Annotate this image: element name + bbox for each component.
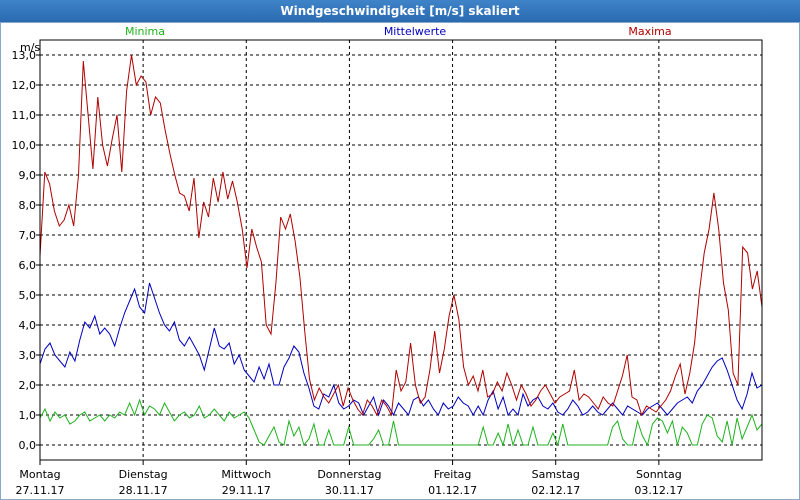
grid-lines — [40, 40, 762, 460]
x-tick-day: Freitag — [434, 468, 472, 481]
x-tick-date: 28.11.17 — [119, 484, 168, 497]
y-tick-label: 13,0 — [12, 49, 37, 62]
x-tick-day: Sonntag — [636, 468, 682, 481]
x-tick-date: 29.11.17 — [222, 484, 271, 497]
x-tick-day: Samstag — [532, 468, 580, 481]
plot-area-border — [39, 39, 763, 461]
y-tick-label: 2,0 — [19, 379, 37, 392]
x-tick-date: 30.11.17 — [325, 484, 374, 497]
y-tick-label: 4,0 — [19, 319, 37, 332]
y-tick-label: 11,0 — [12, 109, 37, 122]
y-tick-label: 5,0 — [19, 289, 37, 302]
y-tick-label: 12,0 — [12, 79, 37, 92]
x-tick-date: 27.11.17 — [16, 484, 65, 497]
legend-maxima: Maxima — [628, 25, 671, 38]
y-tick-label: 10,0 — [12, 139, 37, 152]
y-tick-label: 6,0 — [19, 259, 37, 272]
legend-minima: Minima — [125, 25, 165, 38]
x-tick-day: Donnerstag — [317, 468, 381, 481]
y-tick-label: 9,0 — [19, 169, 37, 182]
x-tick-date: 02.12.17 — [531, 484, 580, 497]
wind-speed-chart: m/s 0,01,02,03,04,05,06,07,08,09,010,011… — [12, 25, 763, 497]
legend-mittelwerte: Mittelwerte — [384, 25, 447, 38]
series-lines — [39, 54, 763, 447]
y-tick-label: 8,0 — [19, 199, 37, 212]
legend: Minima Mittelwerte Maxima — [125, 25, 672, 38]
y-tick-label: 7,0 — [19, 229, 37, 242]
y-tick-label: 3,0 — [19, 349, 37, 362]
series-line-mittelwerte — [39, 282, 763, 417]
y-tick-label: 0,0 — [19, 439, 37, 452]
x-tick-labels: Montag 27.11.17 Dienstag 28.11.17 Mittwoch 29… — [16, 460, 683, 497]
y-tick-label: 1,0 — [19, 409, 37, 422]
y-tick-labels: 0,0 1,0 2,0 3,0 4,0 5,0 6,0 7,0 8,0 9,0 10,0 11,0 12… — [12, 49, 40, 452]
x-tick-date: 03.12.17 — [634, 484, 683, 497]
x-tick-date: 01.12.17 — [428, 484, 477, 497]
x-tick-day: Mittwoch — [221, 468, 271, 481]
x-tick-day: Dienstag — [119, 468, 168, 481]
x-tick-day: Montag — [19, 468, 60, 481]
